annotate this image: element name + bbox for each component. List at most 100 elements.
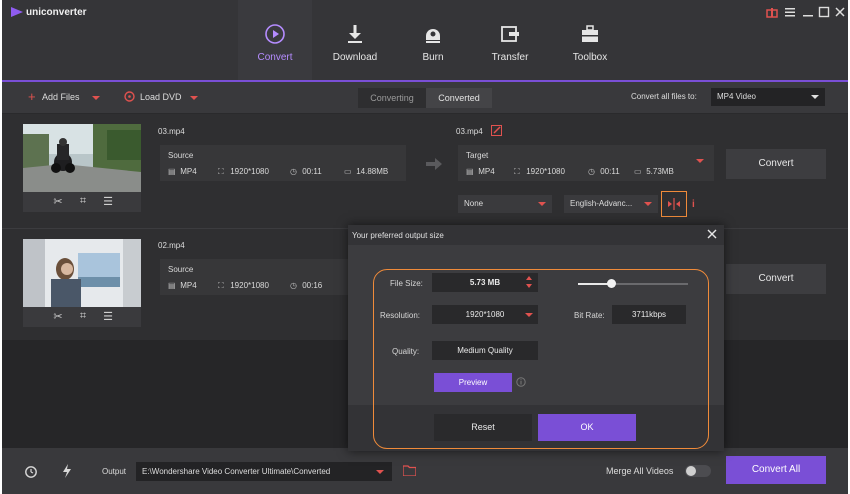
toggle-knob — [686, 466, 696, 476]
alarm-clock-icon[interactable] — [24, 464, 38, 478]
file-size-label: File Size: — [390, 279, 423, 288]
tab-transfer-label: Transfer — [491, 52, 529, 63]
tab-toolbox[interactable]: Toolbox — [553, 0, 627, 80]
convert-all-format-value: MP4 Video — [717, 92, 756, 101]
tab-transfer[interactable]: Transfer — [473, 0, 547, 80]
clock-icon: ◷ — [588, 167, 595, 176]
source-format: ▤ MP4 — [168, 281, 197, 290]
dvd-icon — [124, 91, 135, 102]
app-window: uniconverter Convert Download Burn Trans… — [2, 0, 848, 494]
size-slider-handle[interactable] — [607, 279, 616, 288]
convert-all-button[interactable]: Convert All — [726, 456, 826, 484]
tab-download[interactable]: Download — [318, 0, 392, 80]
file-size-input[interactable]: 5.73 MB — [432, 273, 538, 292]
target-resolution: ⛶ 1920*1080 — [514, 167, 565, 176]
gift-icon[interactable] — [766, 6, 778, 18]
resolution-icon: ⛶ — [218, 281, 224, 290]
tab-convert-label: Convert — [257, 52, 293, 63]
trim-icon[interactable]: ✂ — [51, 310, 65, 324]
thumbnail-toolbar: ✂ ⌗ ☰ — [23, 307, 141, 327]
tab-converting[interactable]: Converting — [358, 88, 426, 108]
ok-button[interactable]: OK — [538, 414, 636, 441]
target-info-box[interactable]: Target ▤ MP4 ⛶ 1920*1080 ◷ 00:11 ▭ 5.73M… — [458, 145, 714, 181]
tab-convert[interactable]: Convert — [238, 0, 312, 80]
compress-icon — [668, 198, 680, 210]
chevron-down-icon — [525, 313, 533, 317]
film-icon: ▤ — [466, 167, 474, 176]
chevron-down-icon — [92, 96, 100, 100]
target-duration: ◷ 00:11 — [588, 167, 620, 176]
tab-burn[interactable]: Burn — [396, 0, 470, 80]
file-size-value: 5.73 MB — [469, 278, 501, 287]
convert-icon — [265, 24, 285, 44]
app-name: uniconverter — [26, 7, 87, 18]
folder-icon: ▭ — [344, 167, 352, 176]
video-thumbnail[interactable] — [23, 124, 141, 192]
output-path-value: E:\Wondershare Video Converter Ultimate\… — [142, 467, 331, 476]
transfer-icon — [500, 24, 520, 44]
reset-button[interactable]: Reset — [434, 414, 532, 441]
effects-icon[interactable]: ☰ — [101, 310, 115, 324]
increment-icon[interactable] — [526, 276, 532, 280]
target-title: Target — [466, 151, 489, 160]
audio-track-select[interactable]: English-Advanc... — [564, 195, 658, 213]
close-icon[interactable] — [834, 6, 846, 18]
clock-icon: ◷ — [290, 281, 297, 290]
source-file-name: 03.mp4 — [158, 127, 185, 136]
convert-button[interactable]: Convert — [726, 264, 826, 294]
decrement-icon[interactable] — [526, 284, 532, 288]
resolution-label: Resolution: — [380, 311, 421, 320]
source-info-box: Source ▤ MP4 ⛶ 1920*1080 ◷ 00:16 — [160, 259, 348, 295]
crop-icon[interactable]: ⌗ — [76, 310, 90, 324]
toolbox-icon — [580, 24, 600, 44]
arrow-right-icon — [426, 158, 442, 170]
edit-icon[interactable] — [491, 125, 502, 136]
bitrate-label: Bit Rate: — [574, 311, 605, 320]
effects-icon[interactable]: ☰ — [101, 195, 115, 209]
resolution-icon: ⛶ — [218, 167, 224, 176]
chevron-down-icon — [376, 470, 384, 474]
bottom-bar: Output E:\Wondershare Video Converter Ul… — [2, 448, 848, 494]
menu-icon[interactable] — [784, 6, 796, 18]
output-path-select[interactable]: E:\Wondershare Video Converter Ultimate\… — [136, 462, 392, 481]
download-icon — [345, 24, 365, 44]
subtitle-select[interactable]: None — [458, 195, 552, 213]
convert-all-format-select[interactable]: MP4 Video — [711, 88, 825, 106]
maximize-icon[interactable] — [818, 6, 830, 18]
quality-select[interactable]: Medium Quality — [432, 341, 538, 360]
source-title: Source — [168, 265, 194, 274]
chevron-down-icon — [190, 96, 198, 100]
dialog-close-icon[interactable] — [706, 228, 718, 240]
video-thumbnail[interactable] — [23, 239, 141, 307]
tab-burn-label: Burn — [422, 52, 444, 63]
convert-button[interactable]: Convert — [726, 149, 826, 179]
clock-icon: ◷ — [290, 167, 297, 176]
trim-icon[interactable]: ✂ — [51, 195, 65, 209]
crop-icon[interactable]: ⌗ — [76, 195, 90, 209]
resolution-icon: ⛶ — [514, 167, 520, 176]
compress-button[interactable] — [661, 191, 687, 217]
preview-button[interactable]: Preview — [434, 373, 512, 392]
chevron-down-icon — [538, 202, 546, 206]
thumbnail-toolbar: ✂ ⌗ ☰ — [23, 192, 141, 212]
source-duration: ◷ 00:16 — [290, 281, 323, 290]
minimize-icon[interactable] — [802, 6, 814, 18]
size-slider-track[interactable] — [578, 279, 688, 288]
film-icon: ▤ — [168, 281, 176, 290]
quality-label: Quality: — [392, 347, 420, 356]
chevron-down-icon[interactable] — [696, 159, 704, 163]
tab-converted[interactable]: Converted — [426, 88, 492, 108]
info-icon[interactable]: i — [692, 199, 695, 210]
source-title: Source — [168, 151, 194, 160]
open-folder-icon[interactable] — [403, 465, 416, 476]
dialog-title: Your preferred output size — [352, 231, 444, 240]
chevron-down-icon — [811, 95, 819, 99]
tab-download-label: Download — [332, 52, 378, 63]
load-dvd-label: Load DVD — [140, 92, 182, 102]
merge-all-toggle[interactable] — [685, 465, 711, 477]
subtitle-value: None — [464, 199, 484, 208]
resolution-select[interactable]: 1920*1080 — [432, 305, 538, 324]
lightning-icon[interactable] — [62, 464, 72, 478]
source-duration: ◷ 00:11 — [290, 167, 322, 176]
help-icon[interactable] — [516, 377, 526, 387]
